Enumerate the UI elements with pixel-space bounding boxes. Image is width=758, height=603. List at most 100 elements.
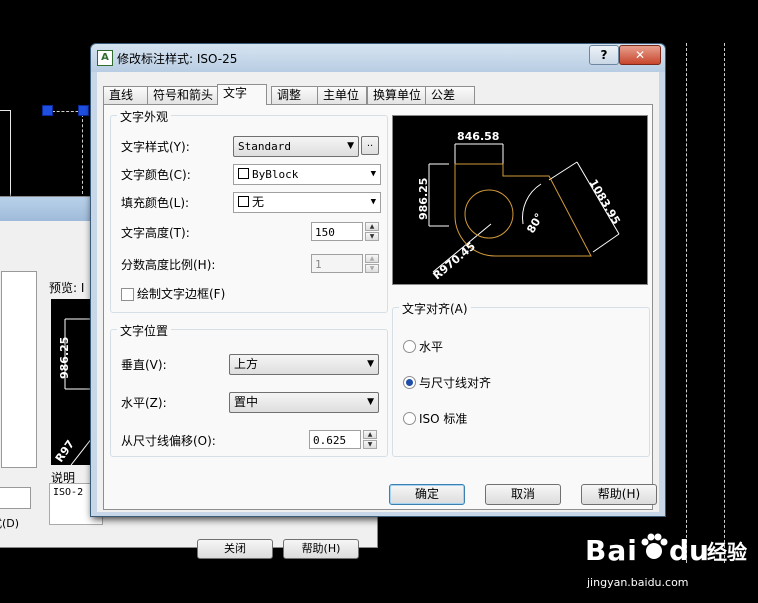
background-preview-radius: R97 (53, 438, 77, 465)
cad-dashed-line-right (686, 43, 687, 563)
align-horizontal-radio[interactable] (403, 340, 416, 353)
background-close-button[interactable]: 关闭 (197, 539, 273, 559)
horizontal-value: 置中 (234, 395, 259, 409)
text-style-value: Standard (238, 140, 291, 153)
horizontal-label: 水平(Z): (121, 396, 167, 410)
text-style-browse-button[interactable]: .. (361, 136, 379, 155)
preview-dim-top: 846.58 (457, 130, 499, 143)
titlebar-help-button[interactable]: ? (589, 45, 619, 65)
tab-lines[interactable]: 直线 (103, 86, 153, 104)
text-alignment-title: 文字对齐(A) (399, 300, 471, 317)
background-preview-dim: 986.25 (58, 337, 71, 379)
background-help-button[interactable]: 帮助(H) (283, 539, 359, 559)
chevron-down-icon: ▼ (367, 397, 374, 407)
color-swatch-icon (238, 196, 249, 207)
dialog-client-area: 直线 符号和箭头 文字 调整 主单位 换算单位 公差 文字外观 文字样式(Y):… (97, 72, 659, 512)
tab-symbols-arrows[interactable]: 符号和箭头 (147, 86, 221, 104)
draw-frame-label[interactable]: 绘制文字边框(F) (137, 285, 225, 302)
preview-drawing: 846.58 986.25 1083.95 80° R970.45 (417, 130, 623, 283)
cad-grip-left[interactable] (42, 105, 53, 116)
ok-button[interactable]: 确定 (389, 484, 465, 505)
text-color-label: 文字颜色(C): (121, 168, 191, 182)
text-height-label: 文字高度(T): (121, 226, 190, 240)
background-style-list[interactable] (1, 271, 37, 468)
preview-dim-angle: 80° (524, 211, 546, 236)
chevron-down-icon: ▼ (370, 197, 376, 207)
text-height-spinner: 150 ▲ ▼ (311, 222, 381, 241)
tab-text[interactable]: 文字 (217, 84, 267, 105)
spin-down-icon[interactable]: ▼ (365, 264, 379, 273)
cad-dashed-line-right-2 (724, 43, 725, 563)
dialog-title: 修改标注样式: ISO-25 (117, 52, 238, 66)
fill-color-select[interactable]: 无 ▼ (233, 192, 381, 213)
vertical-value: 上方 (234, 357, 259, 371)
fraction-scale-label: 分数高度比例(H): (121, 258, 216, 272)
color-swatch-icon (238, 168, 249, 179)
text-appearance-group: 文字外观 文字样式(Y): Standard ▼ .. 文字颜色(C): ByB… (110, 108, 388, 313)
cad-grip-right[interactable] (78, 105, 89, 116)
watermark-jingyan: 经验 (707, 540, 747, 564)
align-iso-radio[interactable] (403, 412, 416, 425)
cad-line-horizontal (0, 110, 11, 111)
align-with-dim-line-label[interactable]: 与尺寸线对齐 (419, 374, 491, 391)
cad-dashed-line-vertical (82, 114, 83, 194)
background-desc-text: ISO-2 (53, 487, 84, 498)
background-left-label: 式(D) (0, 517, 20, 530)
preview-dim-right: 1083.95 (586, 177, 622, 227)
chevron-down-icon: ▼ (370, 169, 376, 179)
offset-label: 从尺寸线偏移(O): (121, 434, 216, 448)
tab-primary-units[interactable]: 主单位 (317, 86, 367, 104)
tab-fit[interactable]: 调整 (271, 86, 321, 104)
spin-down-icon[interactable]: ▼ (365, 232, 379, 241)
watermark-brand: Bai (585, 534, 638, 567)
spin-up-icon[interactable]: ▲ (363, 430, 377, 439)
dimension-preview: 846.58 986.25 1083.95 80° R970.45 (392, 115, 648, 285)
offset-spinner: 0.625 ▲ ▼ (309, 430, 379, 449)
modify-dimension-style-dialog: A 修改标注样式: ISO-25 ? ✕ 直线 符号和箭头 文字 调整 主单位 … (90, 43, 666, 517)
watermark-url: jingyan.baidu.com (587, 576, 689, 589)
draw-frame-checkbox[interactable] (121, 288, 134, 301)
baidu-jingyan-watermark: Bai du 经验 jingyan.baidu.com (585, 522, 753, 600)
text-style-label: 文字样式(Y): (121, 140, 190, 154)
fraction-scale-input[interactable]: 1 (311, 254, 363, 273)
chevron-down-icon: ▼ (347, 141, 354, 151)
spin-up-icon[interactable]: ▲ (365, 254, 379, 263)
text-tab-pane: 文字外观 文字样式(Y): Standard ▼ .. 文字颜色(C): ByB… (103, 104, 653, 510)
text-color-value: ByBlock (252, 168, 299, 181)
fill-color-label: 填充颜色(L): (121, 196, 190, 210)
align-with-dim-line-radio[interactable] (403, 376, 416, 389)
tab-tolerances[interactable]: 公差 (425, 86, 475, 104)
cad-line-vertical (10, 110, 11, 200)
spin-up-icon[interactable]: ▲ (365, 222, 379, 231)
preview-dim-radius: R970.45 (431, 240, 478, 283)
paw-icon (639, 532, 669, 562)
preview-dim-left: 986.25 (417, 178, 430, 220)
text-alignment-group: 文字对齐(A) 水平 与尺寸线对齐 ISO 标准 (392, 300, 650, 457)
watermark-brand-2: du (669, 534, 709, 567)
vertical-select[interactable]: 上方 ▼ (229, 354, 379, 375)
spin-down-icon[interactable]: ▼ (363, 440, 377, 449)
titlebar-close-button[interactable]: ✕ (619, 45, 661, 65)
text-placement-title: 文字位置 (117, 322, 172, 339)
text-appearance-title: 文字外观 (117, 108, 172, 125)
text-style-select[interactable]: Standard ▼ (233, 136, 359, 157)
dialog-titlebar[interactable]: A 修改标注样式: ISO-25 ? ✕ (91, 44, 665, 72)
align-horizontal-label[interactable]: 水平 (419, 338, 443, 355)
background-list-select[interactable] (0, 487, 31, 509)
background-preview-label: 预览: I (49, 281, 85, 295)
tab-alternate-units[interactable]: 换算单位 (367, 86, 429, 104)
text-color-select[interactable]: ByBlock ▼ (233, 164, 381, 185)
align-iso-label[interactable]: ISO 标准 (419, 410, 467, 427)
chevron-down-icon: ▼ (367, 359, 374, 369)
text-height-input[interactable]: 150 (311, 222, 363, 241)
text-placement-group: 文字位置 垂直(V): 上方 ▼ 水平(Z): 置中 ▼ 从尺寸线偏移(O): … (110, 322, 388, 457)
cancel-button[interactable]: 取消 (485, 484, 561, 505)
horizontal-select[interactable]: 置中 ▼ (229, 392, 379, 413)
preview-hole (464, 189, 514, 239)
vertical-label: 垂直(V): (121, 358, 167, 372)
help-button[interactable]: 帮助(H) (581, 484, 657, 505)
autocad-app-icon: A (97, 50, 113, 66)
offset-input[interactable]: 0.625 (309, 430, 361, 449)
fill-color-value: 无 (252, 195, 265, 209)
fraction-scale-spinner: 1 ▲ ▼ (311, 254, 381, 273)
